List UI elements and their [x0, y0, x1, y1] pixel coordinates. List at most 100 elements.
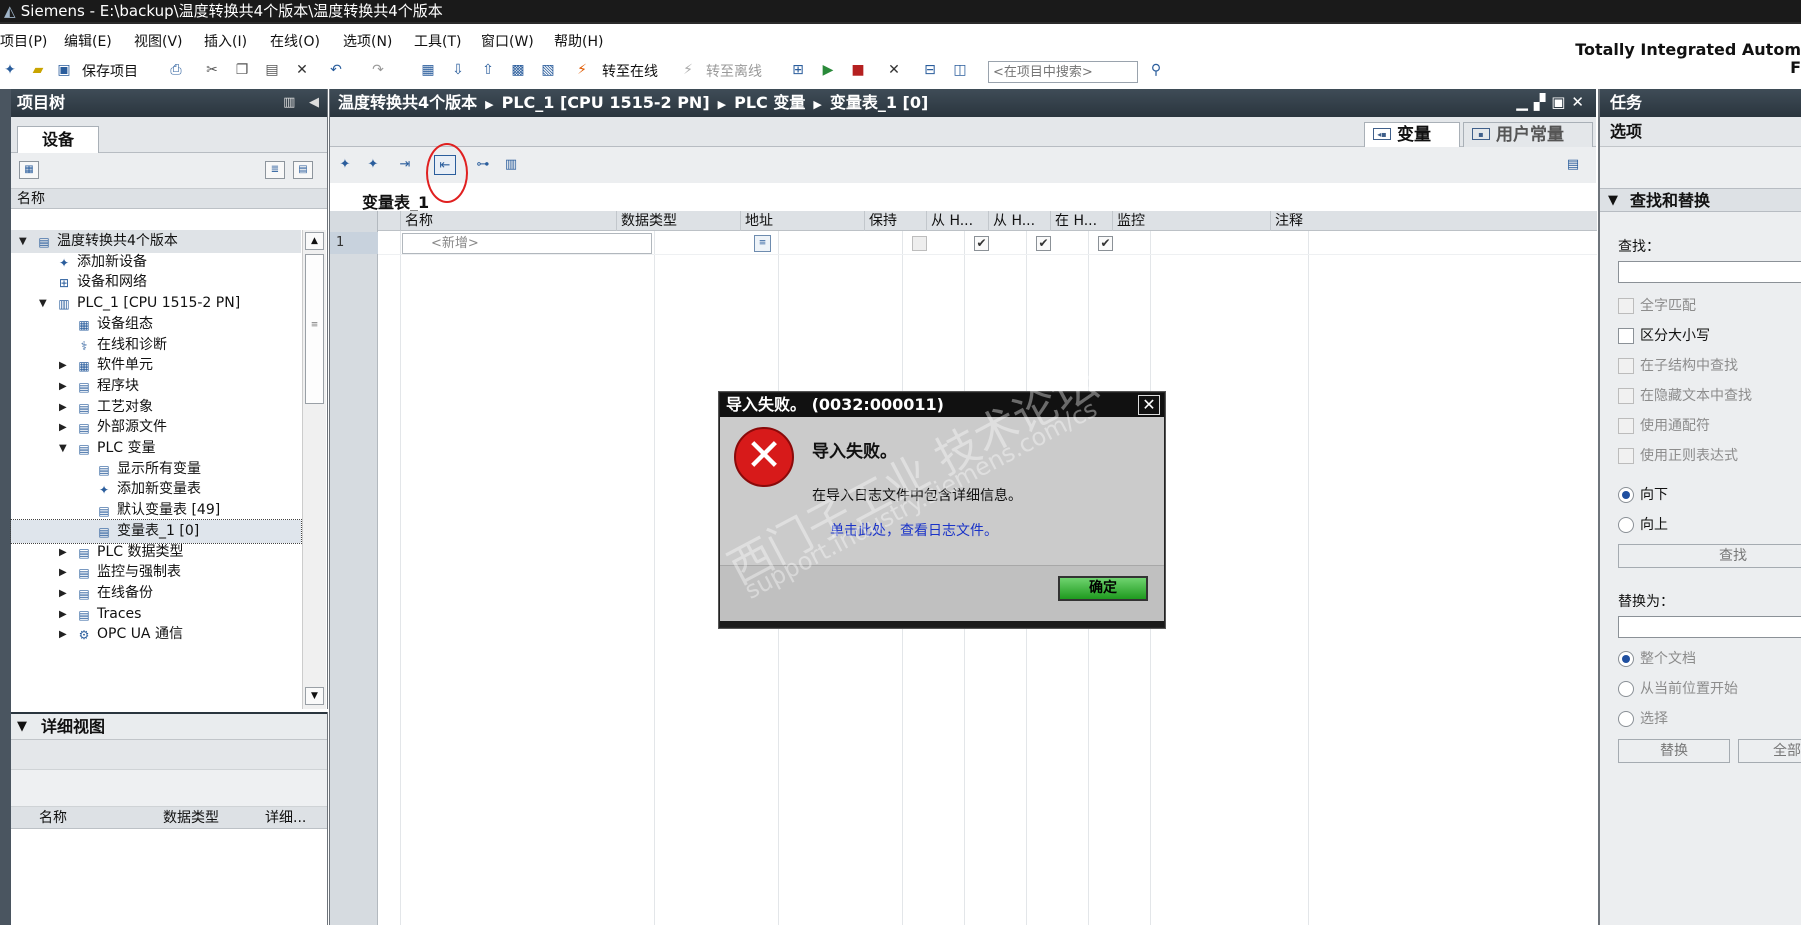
search-go-icon[interactable]: ⚲ — [1146, 60, 1166, 80]
col-visible-hmi[interactable]: 在 H... — [1050, 211, 1112, 231]
collapse-arrow-icon[interactable]: ▶ — [59, 354, 71, 377]
accessible-hmi-checkbox[interactable]: ✔ — [974, 236, 989, 251]
scope-selection-radio[interactable]: 选择 — [1618, 709, 1668, 729]
visible-hmi-checkbox[interactable]: ✔ — [1098, 236, 1113, 251]
col-datatype[interactable]: 数据类型 — [616, 211, 740, 231]
go-offline-button[interactable]: 转至离线 — [706, 61, 762, 81]
tab-user-constants[interactable]: ▪ 用户常量 — [1463, 122, 1593, 147]
detail-col-name[interactable]: 名称 — [39, 807, 67, 829]
direction-up-radio[interactable]: 向上 — [1618, 515, 1668, 535]
menu-insert[interactable]: 插入(I) — [204, 31, 247, 51]
task-options-header[interactable]: 选项 — [1600, 117, 1801, 147]
go-offline-icon[interactable]: ⚡ — [678, 60, 698, 80]
upload-icon[interactable]: ⇧ — [478, 60, 498, 80]
editor-window-controls[interactable]: ▁▞▣✕ — [1516, 89, 1590, 116]
paste-icon[interactable]: ▤ — [262, 60, 282, 80]
detail-view-header[interactable]: ▼ 详细视图 — [11, 712, 327, 740]
detail-col-details[interactable]: 详细... — [265, 807, 306, 829]
save-icon[interactable]: ▣ — [54, 60, 74, 80]
tree-view-icon[interactable]: ▦ — [19, 161, 39, 179]
collapse-arrow-icon[interactable]: ▶ — [59, 561, 71, 584]
scroll-thumb[interactable]: ≡ — [305, 254, 324, 404]
expand-arrow-icon[interactable]: ▼ — [19, 230, 31, 253]
menu-window[interactable]: 窗口(W) — [481, 31, 534, 51]
datatype-picker-icon[interactable]: ≡ — [754, 235, 771, 252]
col-name[interactable]: 名称 — [400, 211, 616, 231]
scroll-down-icon[interactable]: ▼ — [305, 687, 324, 705]
copy-icon[interactable]: ❐ — [232, 60, 252, 80]
simulate-icon[interactable]: ▧ — [538, 60, 558, 80]
scope-from-current-radio[interactable]: 从当前位置开始 — [1618, 679, 1738, 699]
collapse-arrow-icon[interactable]: ▶ — [59, 582, 71, 605]
new-project-icon[interactable]: ✦ — [0, 60, 20, 80]
cross-reference-icon[interactable]: ✕ — [884, 60, 904, 80]
tree-item[interactable]: ▶ ▤ 外部源文件 — [11, 416, 301, 439]
tree-item[interactable]: ▶ ▤ Traces — [11, 603, 301, 626]
open-project-icon[interactable]: ▰ — [28, 60, 48, 80]
split-vertical-icon[interactable]: ◫ — [950, 60, 970, 80]
split-horizontal-icon[interactable]: ⊟ — [920, 60, 940, 80]
ok-button[interactable]: 确定 — [1058, 576, 1148, 601]
find-option-checkbox[interactable]: 区分大小写 — [1618, 326, 1710, 346]
tree-item[interactable]: ✦ 添加新设备 — [11, 251, 301, 274]
accessible-devices-icon[interactable]: ⊞ — [788, 60, 808, 80]
tree-item[interactable]: ▼ ▤ 温度转换共4个版本 — [11, 230, 301, 253]
menu-options[interactable]: 选项(N) — [343, 31, 392, 51]
breadcrumb-tag-table[interactable]: 变量表_1 [0] — [830, 93, 928, 112]
breadcrumb-plc-tags[interactable]: PLC 变量 — [734, 93, 805, 112]
save-project-button[interactable]: 保存项目 — [82, 61, 138, 81]
col-comment[interactable]: 注释 — [1270, 211, 1597, 231]
tree-item[interactable]: ▼ ▤ PLC 变量 — [11, 437, 301, 460]
replace-input[interactable] — [1618, 616, 1801, 638]
collapse-arrow-icon[interactable]: ▶ — [59, 396, 71, 419]
expand-arrow-icon[interactable]: ▼ — [59, 437, 71, 460]
find-replace-header[interactable]: ▼ 查找和替换 — [1600, 188, 1801, 212]
breadcrumb-plc[interactable]: PLC_1 [CPU 1515-2 PN] — [502, 93, 710, 112]
replace-button[interactable]: 替换 — [1618, 739, 1730, 763]
export-icon[interactable]: ⇥ — [394, 155, 416, 175]
menu-view[interactable]: 视图(V) — [134, 31, 183, 51]
delete-icon[interactable]: ✕ — [292, 60, 312, 80]
cut-icon[interactable]: ✂ — [202, 60, 222, 80]
tree-item[interactable]: ▶ ⚙ OPC UA 通信 — [11, 623, 301, 646]
new-tag-name-input[interactable]: <新增> — [402, 233, 652, 254]
find-option-checkbox[interactable]: 使用正则表达式 — [1618, 446, 1738, 466]
go-online-button[interactable]: 转至在线 — [602, 61, 658, 81]
scroll-up-icon[interactable]: ▲ — [305, 232, 324, 250]
simulation-icon[interactable]: ▩ — [508, 60, 528, 80]
collapse-arrow-icon[interactable]: ▶ — [59, 623, 71, 646]
tree-item[interactable]: ⊞ 设备和网络 — [11, 271, 301, 294]
start-cpu-icon[interactable]: ▶ — [818, 60, 838, 80]
tree-item[interactable]: ▶ ▤ 程序块 — [11, 375, 301, 398]
tree-item[interactable]: ▤ 变量表_1 [0] — [10, 518, 302, 544]
tab-tags[interactable]: ◂▪ 变量 — [1364, 122, 1460, 147]
find-button[interactable]: 查找 — [1618, 544, 1801, 568]
compile-icon[interactable]: ▦ — [418, 60, 438, 80]
tree-item[interactable]: ▶ ▤ 工艺对象 — [11, 396, 301, 419]
row-number[interactable]: 1 — [330, 232, 378, 254]
view-log-link[interactable]: 单击此处，查看日志文件。 — [830, 520, 998, 540]
scope-whole-document-radio[interactable]: 整个文档 — [1618, 649, 1696, 669]
menu-online[interactable]: 在线(O) — [270, 31, 320, 51]
col-monitor[interactable]: 监控 — [1112, 211, 1270, 231]
chevron-down-icon[interactable]: ▼ — [17, 714, 27, 740]
insert-row-icon[interactable]: ✦ — [362, 155, 384, 175]
find-option-checkbox[interactable]: 在子结构中查找 — [1618, 356, 1738, 376]
collapse-arrow-icon[interactable]: ▶ — [59, 375, 71, 398]
retain-checkbox[interactable] — [912, 236, 927, 251]
tree-item[interactable]: ✦ 添加新变量表 — [11, 478, 301, 501]
dialog-close-button[interactable]: ✕ — [1138, 395, 1160, 415]
collapse-arrow-icon[interactable]: ▶ — [59, 416, 71, 439]
chevron-down-icon[interactable]: ▼ — [1608, 189, 1618, 213]
project-search-input[interactable] — [988, 61, 1138, 83]
col-accessible-hmi[interactable]: 从 H... — [926, 211, 988, 231]
detail-col-datatype[interactable]: 数据类型 — [163, 807, 219, 829]
monitor-all-icon[interactable]: ⊶ — [472, 155, 494, 175]
direction-down-radio[interactable]: 向下 — [1618, 485, 1668, 505]
collapse-arrow-icon[interactable]: ▶ — [59, 541, 71, 564]
find-option-checkbox[interactable]: 在隐藏文本中查找 — [1618, 386, 1752, 406]
replace-all-button[interactable]: 全部替 — [1738, 739, 1801, 763]
tree-item[interactable]: ▶ ▤ 在线备份 — [11, 582, 301, 605]
table-settings-icon[interactable]: ▥ — [500, 155, 522, 175]
col-address[interactable]: 地址 — [740, 211, 864, 231]
